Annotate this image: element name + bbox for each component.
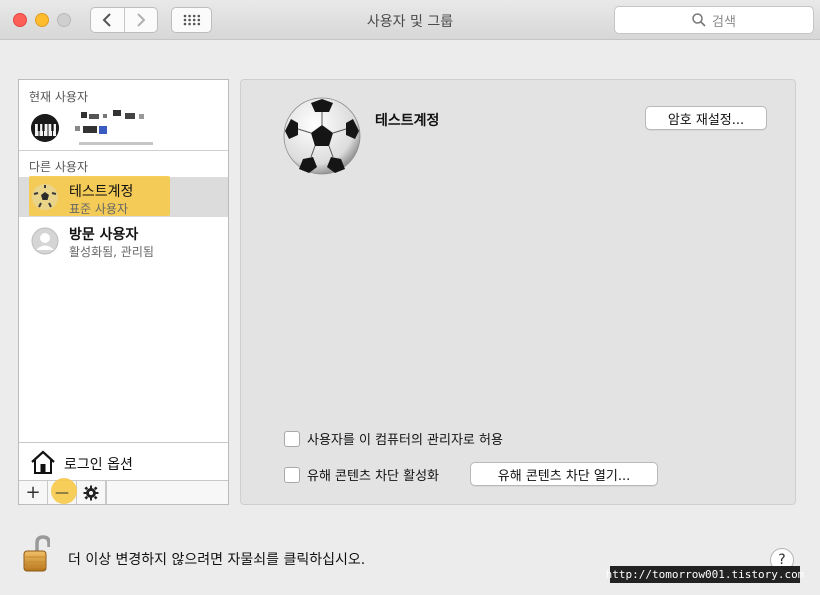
house-icon — [31, 450, 55, 474]
current-user-row[interactable] — [19, 106, 228, 150]
allow-admin-checkbox[interactable] — [284, 430, 300, 447]
parental-controls-row[interactable]: 유해 콘텐츠 차단 활성화 — [284, 465, 439, 484]
current-user-header: 현재 사용자 — [29, 90, 89, 104]
user-name: 테스트계정 — [69, 184, 134, 200]
allow-admin-row[interactable]: 사용자를 이 컴퓨터의 관리자로 허용 — [284, 429, 503, 448]
user-role: 표준 사용자 — [69, 202, 129, 216]
gear-icon — [83, 485, 99, 500]
open-parental-controls-button[interactable]: 유해 콘텐츠 차단 열기... — [470, 462, 658, 486]
parental-controls-label: 유해 콘텐츠 차단 활성화 — [307, 469, 439, 484]
parental-controls-checkbox[interactable] — [284, 466, 300, 483]
plus-icon: + — [25, 482, 41, 503]
user-role: 활성화됨, 관리됨 — [69, 245, 154, 259]
search-icon — [692, 13, 706, 27]
search-placeholder: 검색 — [712, 14, 736, 30]
title-bar: 사용자 및 그룹 검색 — [0, 0, 820, 40]
user-list-toolbar: + — — [19, 478, 228, 504]
minus-icon: — — [55, 484, 69, 501]
user-list-panel: 현재 사용자 다른 사용자 테스트계정 표준 사용자 방문 사용자 활성화됨, … — [18, 79, 229, 505]
login-options-label: 로그인 옵션 — [64, 457, 133, 473]
lock-button[interactable] — [22, 535, 51, 573]
guest-avatar-icon — [31, 227, 59, 255]
user-row-test-account-content[interactable]: 테스트계정 표준 사용자 — [19, 177, 228, 217]
search-field[interactable]: 검색 — [614, 6, 814, 34]
unlocked-padlock-icon — [23, 535, 51, 572]
reset-password-button[interactable]: 암호 재설정... — [645, 106, 767, 130]
remove-user-button[interactable]: — — [48, 478, 77, 504]
user-detail-panel: 테스트계정 암호 재설정... 사용자를 이 컴퓨터의 관리자로 허용 유해 콘… — [240, 79, 796, 505]
user-row-guest[interactable]: 방문 사용자 활성화됨, 관리됨 — [19, 219, 228, 261]
account-name: 테스트계정 — [375, 113, 440, 129]
piano-avatar-icon — [31, 114, 59, 142]
toolbar-end — [106, 481, 107, 504]
user-name: 방문 사용자 — [69, 227, 139, 243]
redacted-user-name — [69, 108, 159, 145]
other-users-header: 다른 사용자 — [29, 160, 89, 174]
soccer-ball-avatar-icon[interactable] — [283, 97, 361, 175]
login-options-row[interactable]: 로그인 옵션 — [19, 442, 228, 480]
allow-admin-label: 사용자를 이 컴퓨터의 관리자로 허용 — [307, 433, 503, 448]
soccer-ball-avatar-icon — [31, 183, 59, 211]
action-menu-button[interactable] — [77, 481, 106, 504]
watermark: http://tomorrow001.tistory.com — [605, 566, 805, 583]
lock-message: 더 이상 변경하지 않으려면 자물쇠를 클릭하십시오. — [68, 552, 366, 568]
add-user-button[interactable]: + — [19, 481, 48, 504]
divider — [19, 150, 228, 151]
